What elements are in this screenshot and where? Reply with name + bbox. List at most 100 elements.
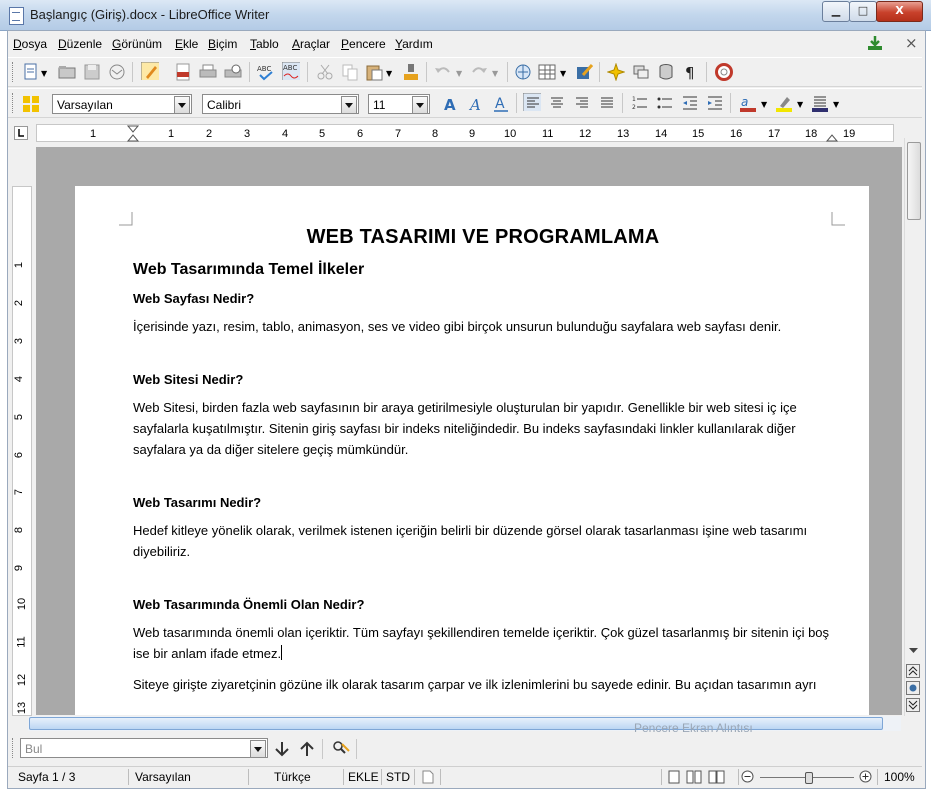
print-icon[interactable] bbox=[199, 63, 217, 81]
find-previous-icon[interactable] bbox=[298, 740, 316, 758]
align-right-icon[interactable] bbox=[573, 94, 591, 112]
undo-dropdown-arrow[interactable]: ▼ bbox=[456, 69, 462, 78]
maximize-button[interactable]: □ bbox=[849, 1, 877, 22]
chevron-down-icon[interactable] bbox=[174, 96, 190, 114]
edit-mode-icon[interactable] bbox=[141, 62, 159, 80]
spellcheck-icon[interactable]: ABC bbox=[257, 63, 275, 81]
align-left-icon[interactable] bbox=[523, 93, 541, 111]
table-dropdown-arrow[interactable]: ▼ bbox=[560, 69, 566, 78]
page-count[interactable]: Sayfa 1 / 3 bbox=[18, 770, 75, 784]
numbering-icon[interactable]: 12 bbox=[631, 94, 649, 112]
export-pdf-icon[interactable] bbox=[174, 63, 192, 81]
email-icon[interactable] bbox=[108, 63, 126, 81]
new-document-icon[interactable] bbox=[22, 63, 40, 81]
align-center-icon[interactable] bbox=[548, 94, 566, 112]
menu-window[interactable]: Pencere bbox=[341, 37, 386, 51]
styles-formatting-icon[interactable] bbox=[22, 95, 40, 113]
find-input[interactable]: Bul bbox=[20, 738, 268, 758]
single-page-view-icon[interactable] bbox=[668, 770, 680, 784]
font-color-icon[interactable]: a bbox=[739, 94, 757, 112]
language[interactable]: Türkçe bbox=[274, 770, 311, 784]
autospellcheck-icon[interactable]: ABC bbox=[282, 62, 300, 80]
menu-table[interactable]: Tablo bbox=[250, 37, 279, 51]
previous-page-icon[interactable] bbox=[906, 664, 920, 678]
menu-view[interactable]: Görünüm bbox=[112, 37, 162, 51]
chevron-down-icon[interactable] bbox=[412, 96, 428, 114]
undo-icon[interactable] bbox=[434, 63, 452, 81]
book-view-icon[interactable] bbox=[708, 770, 726, 784]
menu-file[interactable]: Dosya bbox=[13, 37, 47, 51]
toolbar-grip[interactable] bbox=[12, 738, 16, 758]
document-canvas[interactable]: WEB TASARIMI VE PROGRAMLAMA Web Tasarımı… bbox=[36, 147, 902, 715]
next-page-icon[interactable] bbox=[906, 698, 920, 712]
bold-icon[interactable]: A bbox=[442, 95, 460, 113]
vertical-scrollbar[interactable] bbox=[904, 138, 922, 716]
paste-icon[interactable] bbox=[365, 63, 383, 81]
new-dropdown-arrow[interactable]: ▼ bbox=[41, 69, 47, 78]
minimize-button[interactable]: ▁ bbox=[822, 1, 850, 22]
justify-icon[interactable] bbox=[598, 94, 616, 112]
find-replace-icon[interactable] bbox=[332, 740, 350, 758]
hyperlink-icon[interactable] bbox=[514, 63, 532, 81]
selection-mode[interactable]: STD bbox=[386, 770, 410, 784]
save-icon[interactable] bbox=[83, 63, 101, 81]
italic-icon[interactable]: A bbox=[467, 95, 485, 113]
menu-tools[interactable]: Araçlar bbox=[292, 37, 330, 51]
menu-help[interactable]: Yardım bbox=[395, 37, 433, 51]
menu-edit[interactable]: Düzenle bbox=[58, 37, 102, 51]
highlighting-dropdown-arrow[interactable]: ▼ bbox=[797, 100, 803, 109]
vertical-ruler[interactable]: 1 2 3 4 5 6 7 8 9 10 11 12 13 bbox=[12, 186, 32, 716]
horizontal-scrollbar[interactable] bbox=[28, 716, 901, 731]
bullets-icon[interactable] bbox=[656, 94, 674, 112]
underline-icon[interactable]: A bbox=[492, 95, 510, 113]
gallery-icon[interactable] bbox=[632, 63, 650, 81]
right-indent-marker[interactable] bbox=[826, 131, 838, 142]
multi-page-view-icon[interactable] bbox=[686, 770, 702, 784]
redo-dropdown-arrow[interactable]: ▼ bbox=[492, 69, 498, 78]
open-folder-icon[interactable] bbox=[58, 63, 76, 81]
toolbar-grip[interactable] bbox=[12, 93, 16, 113]
download-update-icon[interactable] bbox=[867, 35, 883, 51]
redo-icon[interactable] bbox=[470, 63, 488, 81]
font-color-dropdown-arrow[interactable]: ▼ bbox=[761, 100, 767, 109]
scrollbar-thumb[interactable] bbox=[29, 717, 883, 730]
horizontal-ruler[interactable]: 1 1 2 3 4 5 6 7 8 9 10 11 12 13 14 15 16… bbox=[36, 124, 894, 142]
tab-stop-selector[interactable] bbox=[14, 126, 28, 140]
paragraph-style-combo[interactable]: Varsayılan bbox=[52, 94, 192, 114]
find-next-icon[interactable] bbox=[273, 740, 291, 758]
close-document-button[interactable]: × bbox=[905, 34, 918, 52]
zoom-slider-thumb[interactable] bbox=[805, 772, 813, 784]
menu-format[interactable]: Biçim bbox=[208, 37, 237, 51]
page-style[interactable]: Varsayılan bbox=[135, 770, 191, 784]
insert-mode[interactable]: EKLE bbox=[348, 770, 379, 784]
toolbar-grip[interactable] bbox=[12, 62, 16, 82]
close-button[interactable]: X bbox=[876, 1, 923, 22]
left-indent-marker[interactable] bbox=[127, 125, 139, 142]
navigator-icon[interactable] bbox=[607, 63, 625, 81]
scroll-down-arrow[interactable] bbox=[909, 648, 918, 654]
decrease-indent-icon[interactable] bbox=[681, 94, 699, 112]
chevron-down-icon[interactable] bbox=[250, 740, 266, 758]
clone-formatting-icon[interactable] bbox=[402, 63, 420, 81]
background-color-icon[interactable] bbox=[811, 94, 829, 112]
increase-indent-icon[interactable] bbox=[706, 94, 724, 112]
help-lifebuoy-icon[interactable] bbox=[715, 63, 733, 81]
data-sources-icon[interactable] bbox=[657, 63, 675, 81]
font-size-combo[interactable]: 11 bbox=[368, 94, 430, 114]
show-draw-functions-icon[interactable] bbox=[575, 63, 593, 81]
document-page[interactable]: WEB TASARIMI VE PROGRAMLAMA Web Tasarımı… bbox=[75, 186, 869, 715]
paste-dropdown-arrow[interactable]: ▼ bbox=[386, 69, 392, 78]
cut-icon[interactable] bbox=[316, 63, 334, 81]
table-icon[interactable] bbox=[538, 63, 556, 81]
background-color-dropdown-arrow[interactable]: ▼ bbox=[833, 100, 839, 109]
copy-icon[interactable] bbox=[341, 63, 359, 81]
font-name-combo[interactable]: Calibri bbox=[202, 94, 359, 114]
print-preview-icon[interactable] bbox=[224, 63, 242, 81]
zoom-level[interactable]: 100% bbox=[884, 770, 915, 784]
zoom-in-icon[interactable] bbox=[859, 770, 872, 783]
document-body[interactable]: WEB TASARIMI VE PROGRAMLAMA Web Tasarımı… bbox=[133, 226, 833, 715]
zoom-out-icon[interactable] bbox=[741, 770, 754, 783]
highlighting-icon[interactable] bbox=[775, 94, 793, 112]
navigation-icon[interactable] bbox=[906, 681, 920, 695]
formatting-marks-icon[interactable]: ¶ bbox=[682, 63, 700, 81]
